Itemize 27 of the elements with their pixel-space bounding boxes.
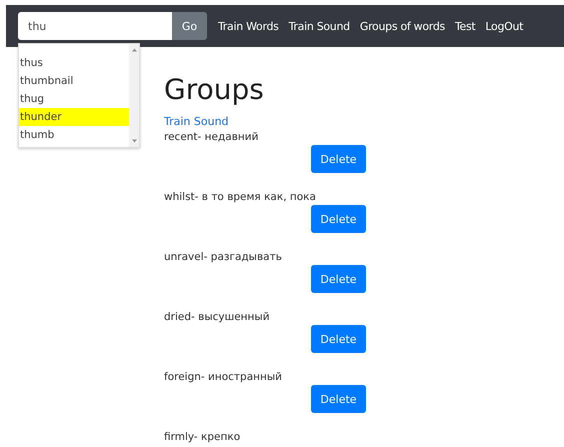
nav-link[interactable]: Train Words	[218, 20, 279, 32]
page-heading: Groups	[164, 73, 264, 107]
delete-button[interactable]: Delete	[311, 265, 366, 293]
suggestion-item[interactable]: thus	[19, 54, 129, 72]
delete-button[interactable]: Delete	[311, 385, 366, 413]
word-entry: whilst- в то время как, пока	[164, 190, 316, 205]
scrollbar[interactable]	[129, 44, 139, 147]
nav-link[interactable]: Train Sound	[288, 20, 350, 32]
train-sound-link[interactable]: Train Sound	[164, 115, 229, 129]
delete-button[interactable]: Delete	[311, 205, 366, 233]
suggestion-item[interactable]: thug	[19, 90, 129, 108]
nav-link[interactable]: LogOut	[485, 20, 524, 32]
suggestion-item[interactable]: thunder	[19, 108, 129, 126]
suggestion-item[interactable]: thumbnail	[19, 72, 129, 90]
nav-link[interactable]: Test	[454, 20, 476, 32]
scroll-down-icon[interactable]	[132, 139, 136, 143]
delete-button[interactable]: Delete	[311, 325, 366, 353]
suggestion-item[interactable]: thumb	[19, 126, 129, 144]
word-entry: dried- высушенный	[164, 310, 270, 325]
word-entry: unravel- разгадывать	[164, 250, 282, 265]
word-entry: recent- недавний	[164, 130, 258, 145]
search-field[interactable]: thu	[18, 12, 172, 40]
delete-button[interactable]: Delete	[311, 145, 366, 173]
go-button[interactable]: Go	[172, 12, 207, 40]
word-entry: firmly- крепко	[164, 430, 240, 445]
word-entry: foreign- иностранный	[164, 370, 282, 385]
nav-link[interactable]: Groups of words	[360, 20, 445, 32]
